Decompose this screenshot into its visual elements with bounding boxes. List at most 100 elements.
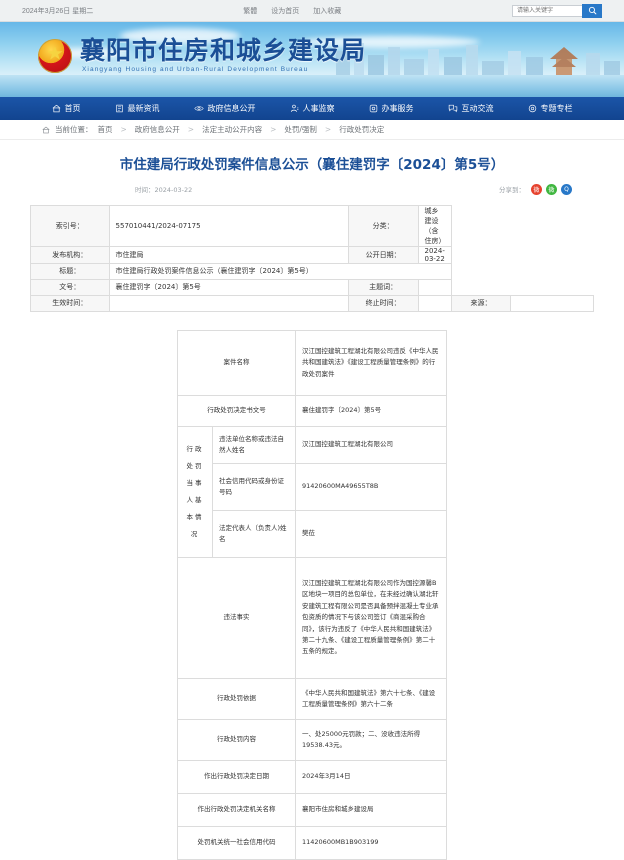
meta-value-keywords — [417, 278, 452, 296]
top-link-add-favorite[interactable]: 加入收藏 — [313, 6, 341, 16]
breadcrumb-separator: > — [187, 125, 195, 134]
page-title: 市住建局行政处罚案件信息公示（襄住建罚字〔2024〕第5号） — [119, 157, 505, 173]
table-row: 处罚机关统一社会信用代码 11420600MB1B903199 — [177, 825, 447, 860]
table-row: 法定代表人（负责人)姓名 樊莅 — [178, 509, 447, 558]
qq-share-icon[interactable]: Q — [561, 183, 572, 195]
row-label-case-name: 案件名称 — [177, 329, 296, 396]
row-value-penalty: 一、处25000元罚款；二、没收违法所得19538.43元。 — [295, 718, 447, 761]
weibo-share-icon[interactable]: 微 — [531, 183, 542, 195]
nav-item-home[interactable]: 首页 — [35, 103, 98, 114]
article-meta: 时间：2024-03-22 分享到： 微 微 Q — [30, 183, 594, 195]
table-row: 生效时间： 终止时间： 来源： — [30, 294, 594, 312]
row-value-credit-code: 91420600MA49655T8B — [295, 462, 447, 511]
article-container: 市住建局行政处罚案件信息公示（襄住建罚字〔2024〕第5号） 时间：2024-0… — [0, 156, 624, 860]
wechat-share-icon[interactable]: 微 — [546, 183, 557, 195]
meta-value-effective — [108, 294, 349, 312]
city-skyline-illustration — [336, 43, 620, 79]
nav-label: 最新资讯 — [127, 104, 160, 113]
meta-key-keywords: 主题词： — [347, 278, 419, 296]
search-input[interactable] — [512, 4, 582, 17]
meta-value-title: 市住建局行政处罚案件信息公示（襄住建罚字〔2024〕第5号） — [108, 262, 452, 280]
row-label-organ-code: 处罚机关统一社会信用代码 — [177, 825, 296, 860]
meta-value-category: 城乡建设（含住房） — [417, 204, 452, 247]
breadcrumb-item-gov-info[interactable]: 政府信息公开 — [135, 124, 180, 135]
breadcrumb-item-statutory[interactable]: 法定主动公开内容 — [202, 124, 262, 135]
meta-value-source — [510, 294, 594, 312]
breadcrumb-item-decision[interactable]: 行政处罚决定 — [339, 124, 384, 135]
search-button[interactable] — [582, 3, 602, 18]
home-icon — [42, 126, 50, 133]
breadcrumb-item-home[interactable]: 首页 — [98, 124, 113, 135]
row-value-organ: 襄阳市住房和城乡建设局 — [295, 792, 447, 827]
search-icon — [588, 6, 596, 15]
table-row: 行政处罚当事人基本情况 违法单位名称或违法自然人姓名 汉江国控建筑工程湖北有限公… — [177, 425, 447, 558]
row-value-legal-rep: 樊莅 — [295, 509, 447, 558]
publish-time: 时间：2024-03-22 — [135, 186, 193, 195]
penalty-table-wrapper: 案件名称 汉江国控建筑工程湖北有限公司违反《中华人民共和国建筑法》《建设工程质量… — [30, 329, 594, 860]
nav-label: 政府信息公开 — [207, 104, 256, 113]
row-value-basis: 《中华人民共和国建筑法》第六十七条、《建设工程质量管理条例》第六十二条 — [295, 677, 447, 720]
main-navigation: 首页 最新资讯 政府信息公开 人事监察 办事服务 互动交流 专题专栏 — [0, 97, 624, 120]
meta-key-category: 分类： — [347, 204, 419, 247]
meta-value-publish-date: 2024-03-22 — [417, 245, 452, 264]
top-link-set-homepage[interactable]: 设为首页 — [271, 6, 299, 16]
table-row: 文号： 襄住建罚字〔2024〕第5号 主题词： — [30, 278, 594, 296]
table-row: 行政处罚依据 《中华人民共和国建筑法》第六十七条、《建设工程质量管理条例》第六十… — [177, 677, 447, 720]
site-title-cn: 襄阳市住房和城乡建设局 — [80, 36, 367, 65]
table-row: 社会信用代码或身份证号码 91420600MA49655T8B — [178, 462, 447, 511]
meta-value-terminate — [417, 294, 452, 312]
site-title-en: Xiangyang Housing and Urban-Rural Develo… — [82, 66, 309, 73]
row-value-facts: 汉江国控建筑工程湖北有限公司作为国控源馨B区地块一项目的总包单位，在未经过确认湖… — [295, 556, 447, 679]
row-label-basis: 行政处罚依据 — [177, 677, 296, 720]
breadcrumb: 当前位置： 首页 > 政府信息公开 > 法定主动公开内容 > 处罚/强制 > 行… — [0, 120, 624, 140]
home-icon — [52, 104, 60, 113]
nav-item-interaction[interactable]: 互动交流 — [431, 103, 511, 114]
person-icon — [290, 104, 298, 112]
row-label-party-name: 违法单位名称或违法自然人姓名 — [212, 425, 296, 464]
row-label-decision-date: 作出行政处罚决定日期 — [177, 759, 296, 794]
row-value-decision-date: 2024年3月14日 — [295, 759, 447, 794]
table-row: 作出行政处罚决定机关名称 襄阳市住房和城乡建设局 — [177, 792, 447, 827]
service-icon — [369, 104, 377, 113]
nav-label: 办事服务 — [381, 104, 414, 113]
nav-label: 首页 — [64, 104, 81, 113]
top-utility-bar: 2024年3月26日 星期二 繁體 设为首页 加入收藏 — [0, 0, 624, 22]
row-value-organ-code: 11420600MB1B903199 — [295, 825, 447, 860]
meta-key-terminate: 终止时间： — [347, 294, 419, 312]
row-label-legal-rep: 法定代表人（负责人)姓名 — [212, 509, 296, 558]
current-date: 2024年3月26日 星期二 — [22, 7, 94, 15]
meta-key-publisher: 发布机构： — [30, 245, 110, 264]
eye-icon — [193, 106, 204, 111]
meta-key-source: 来源： — [450, 294, 512, 312]
nav-item-gov-info[interactable]: 政府信息公开 — [177, 103, 273, 114]
table-row: 违法事实 汉江国控建筑工程湖北有限公司作为国控源馨B区地块一项目的总包单位，在未… — [177, 556, 447, 679]
breadcrumb-separator: > — [120, 125, 127, 134]
nav-item-news[interactable]: 最新资讯 — [98, 103, 177, 114]
site-search — [512, 3, 602, 18]
meta-value-index: 557010441/2024-07175 — [108, 204, 349, 247]
nav-item-services[interactable]: 办事服务 — [352, 103, 431, 114]
document-metadata-table: 索引号： 557010441/2024-07175 分类： 城乡建设（含住房） … — [30, 204, 594, 312]
table-row: 作出行政处罚决定日期 2024年3月14日 — [177, 759, 447, 794]
share-label: 分享到： — [499, 186, 525, 195]
top-link-traditional[interactable]: 繁體 — [243, 6, 257, 16]
top-links: 繁體 设为首页 加入收藏 — [243, 6, 341, 16]
breadcrumb-label: 当前位置： — [55, 125, 93, 134]
meta-value-docno: 襄住建罚字〔2024〕第5号 — [108, 278, 349, 296]
breadcrumb-separator: > — [324, 125, 332, 134]
row-label-penalty: 行政处罚内容 — [177, 718, 296, 761]
table-row: 发布机构： 市住建局 公开日期： 2024-03-22 — [30, 245, 594, 264]
nav-item-personnel[interactable]: 人事监察 — [273, 103, 352, 114]
national-emblem-icon — [38, 38, 72, 73]
nav-item-topics[interactable]: 专题专栏 — [511, 103, 590, 114]
breadcrumb-item-penalty[interactable]: 处罚/强制 — [284, 124, 317, 135]
row-label-party-group: 行政处罚当事人基本情况 — [177, 425, 213, 558]
row-label-doc-no: 行政处罚决定书文号 — [177, 394, 296, 427]
penalty-detail-table: 案件名称 汉江国控建筑工程湖北有限公司违反《中华人民共和国建筑法》《建设工程质量… — [177, 329, 447, 860]
water-decoration — [0, 75, 624, 97]
news-icon — [115, 104, 123, 113]
table-row: 标题： 市住建局行政处罚案件信息公示（襄住建罚字〔2024〕第5号） — [30, 262, 594, 280]
row-label-credit-code: 社会信用代码或身份证号码 — [212, 462, 296, 511]
nav-label: 专题专栏 — [540, 104, 573, 113]
site-logo[interactable]: 襄阳市住房和城乡建设局 Xiangyang Housing and Urban-… — [38, 38, 366, 73]
